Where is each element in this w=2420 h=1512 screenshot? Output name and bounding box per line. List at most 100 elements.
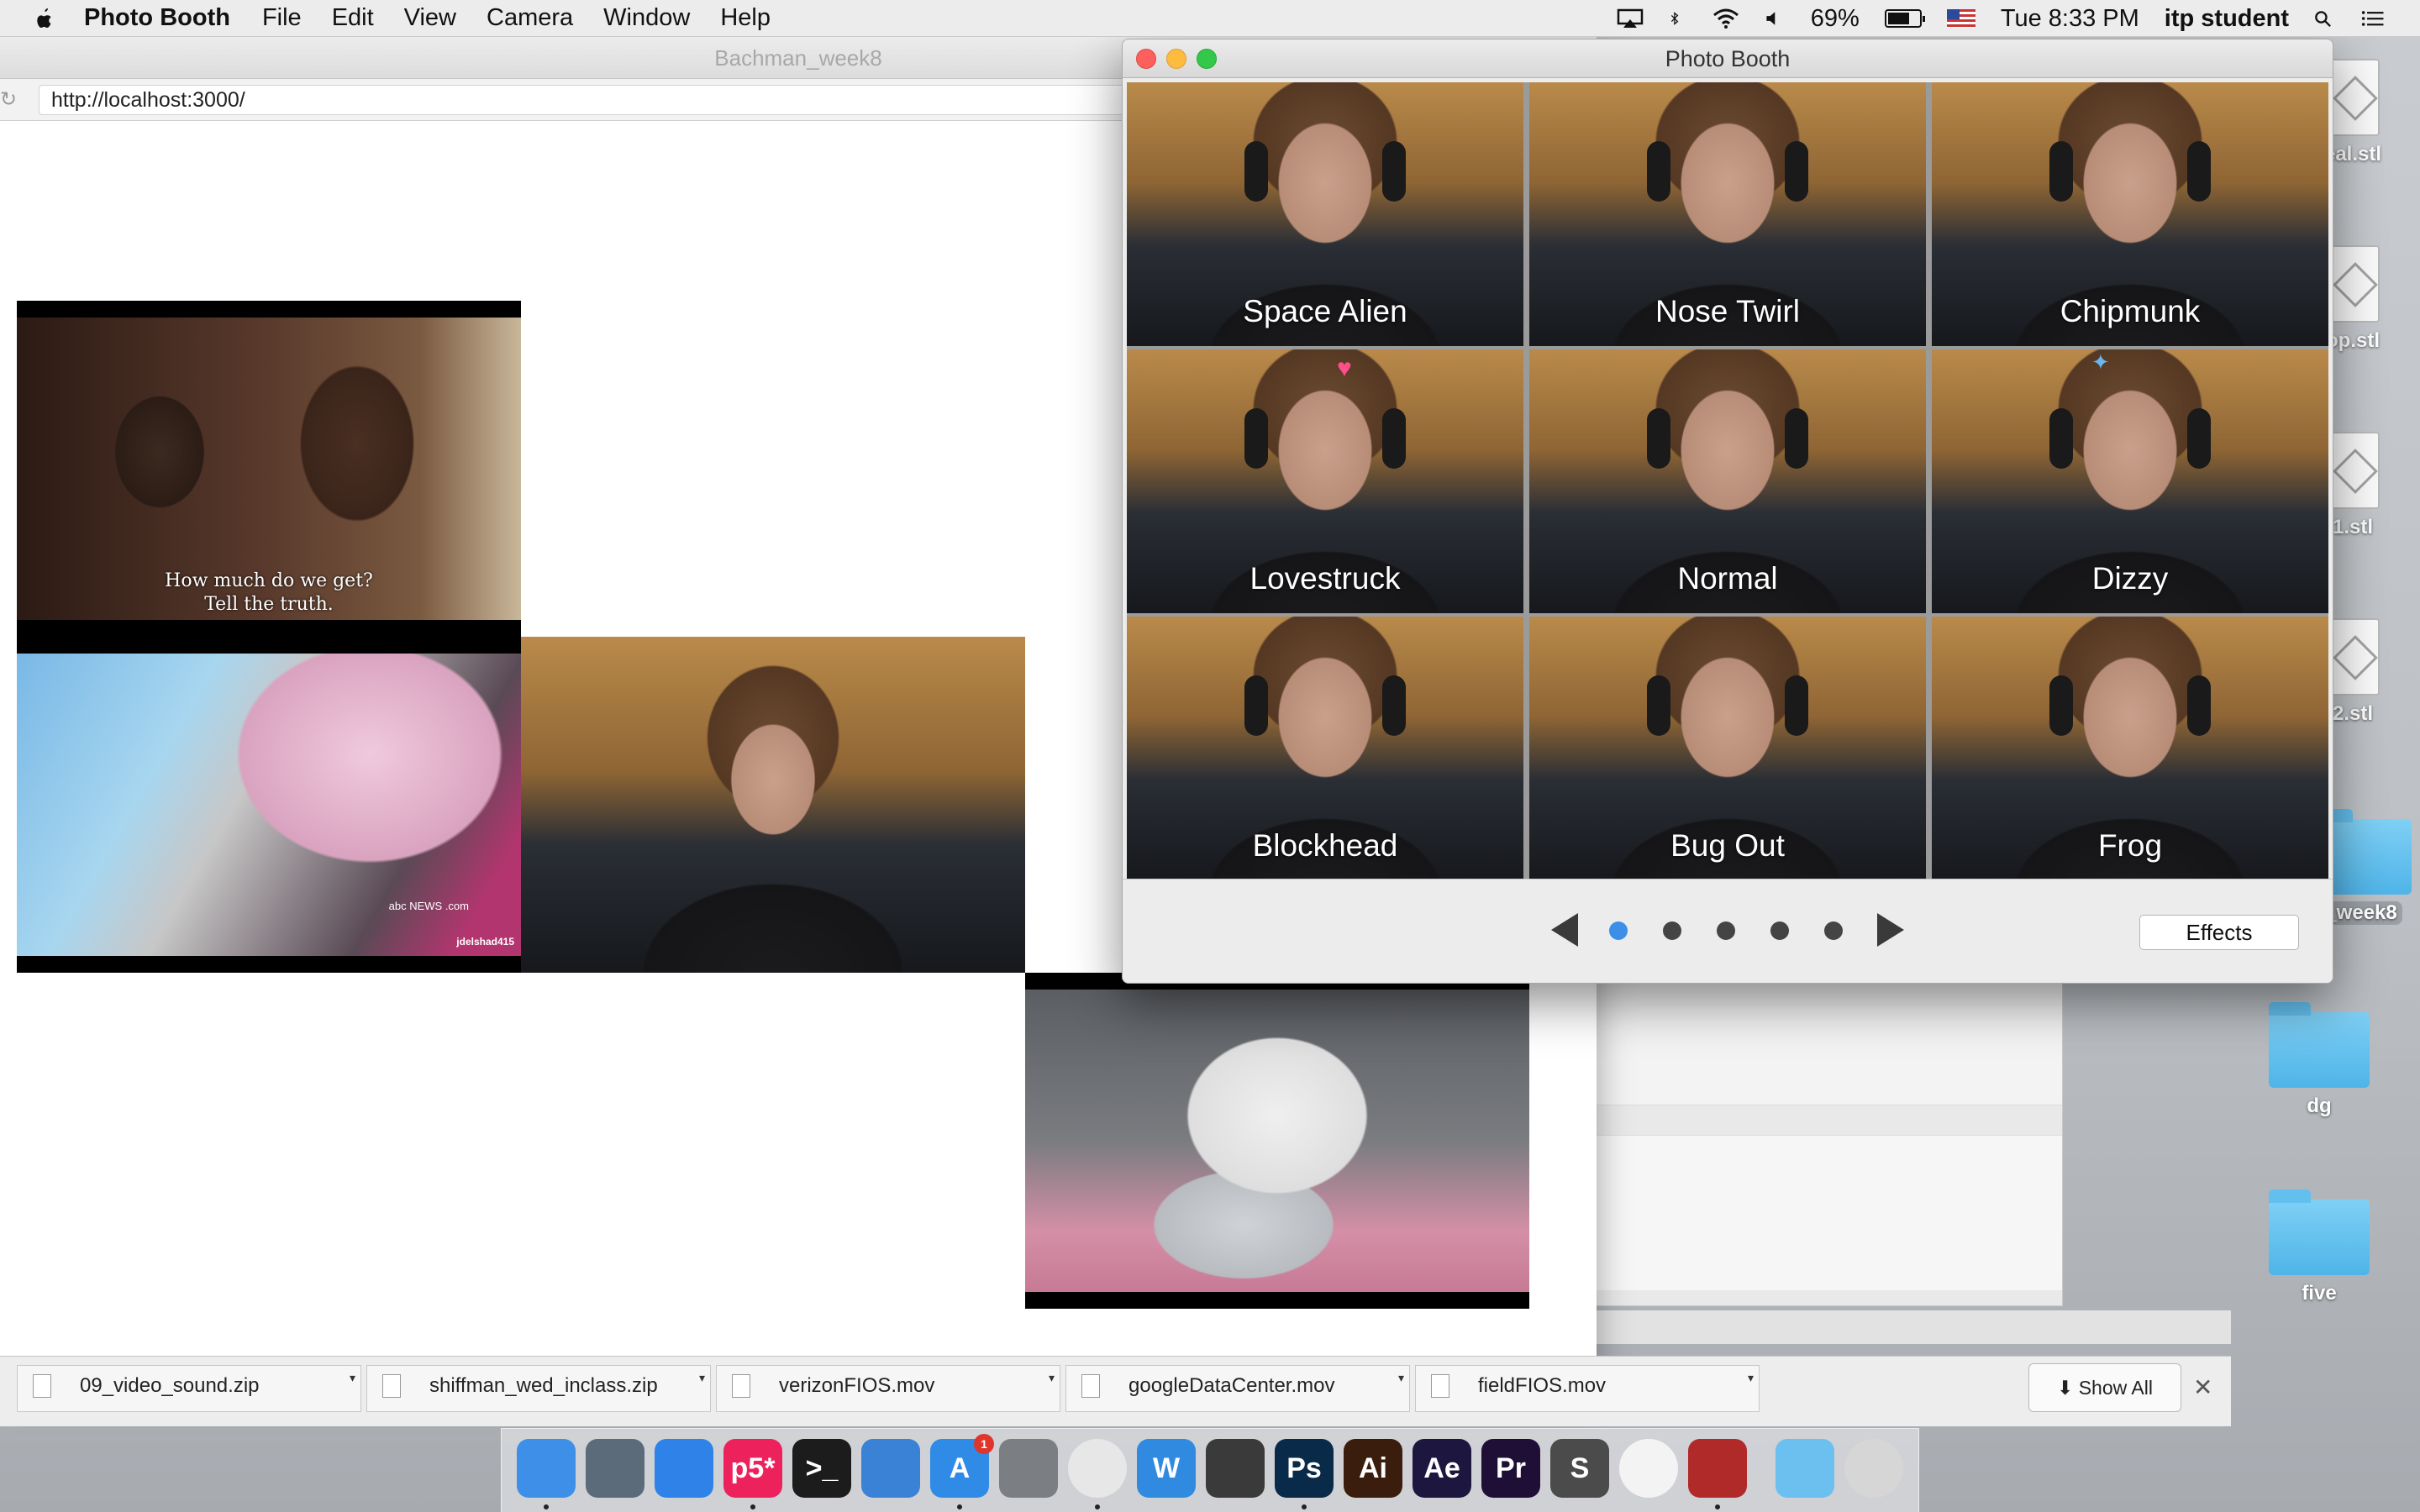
show-all-button[interactable]: ⬇ Show All: [2028, 1363, 2181, 1412]
p5-icon[interactable]: p5*: [723, 1439, 782, 1498]
download-name: 09_video_sound.zip: [80, 1374, 260, 1397]
background-window-row: [1593, 1135, 2062, 1290]
preview-detail: [2049, 675, 2073, 736]
menu-view[interactable]: View: [404, 4, 456, 32]
download-item[interactable]: shiffman_wed_inclass.zip ▾: [366, 1365, 711, 1412]
user-name[interactable]: itp student: [2165, 5, 2289, 33]
preview-detail: [1382, 408, 1406, 469]
effect-bug-out[interactable]: Bug Out: [1529, 617, 1926, 880]
illustrator-icon[interactable]: Ai: [1344, 1439, 1402, 1498]
launchpad-icon[interactable]: [586, 1439, 644, 1498]
downloads-folder-icon[interactable]: [1776, 1439, 1834, 1498]
page-dot-1[interactable]: [1609, 921, 1628, 940]
airplay-icon[interactable]: [1616, 8, 1644, 29]
photoshop-icon[interactable]: Ps: [1275, 1439, 1334, 1498]
download-item[interactable]: fieldFIOS.mov ▾: [1415, 1365, 1760, 1412]
next-page-button[interactable]: [1877, 913, 1904, 947]
page-dot-3[interactable]: [1717, 921, 1735, 940]
running-indicator: [1095, 1504, 1100, 1509]
battery-icon[interactable]: [1884, 9, 1925, 28]
video-player-2[interactable]: abc NEWS .com jdelshad415: [17, 654, 521, 973]
effect-blockhead[interactable]: Blockhead: [1127, 617, 1523, 880]
close-downloads-button[interactable]: ✕: [2193, 1373, 2212, 1401]
effects-grid: Space Alien Nose Twirl Chipmunk ♥ Lovest…: [1127, 82, 2328, 919]
effect-normal[interactable]: Normal: [1529, 349, 1926, 613]
clock[interactable]: Tue 8:33 PM: [2001, 5, 2139, 33]
volume-icon[interactable]: [1765, 8, 1786, 29]
running-indicator: [544, 1504, 549, 1509]
effect-space-alien[interactable]: Space Alien: [1127, 82, 1523, 346]
video-player-1[interactable]: How much do we get? Tell the truth.: [17, 301, 521, 654]
background-window[interactable]: [1592, 979, 2063, 1306]
terminal-icon[interactable]: >_: [792, 1439, 851, 1498]
menu-file[interactable]: File: [262, 4, 302, 32]
spotlight-icon[interactable]: [2314, 8, 2336, 29]
menu-help[interactable]: Help: [720, 4, 771, 32]
preview-detail: [1382, 141, 1406, 202]
preview-detail: [1647, 675, 1670, 736]
effect-dizzy[interactable]: ✦ Dizzy: [1932, 349, 2328, 613]
sublime-text-icon[interactable]: S: [1550, 1439, 1609, 1498]
dock-icon-label: W: [1152, 1452, 1181, 1484]
page-dot-4[interactable]: [1770, 921, 1789, 940]
desktop-icon-five[interactable]: five: [2252, 1189, 2386, 1305]
bluetooth-icon[interactable]: [1670, 8, 1686, 29]
safari-icon[interactable]: [655, 1439, 713, 1498]
page-dot-5[interactable]: [1824, 921, 1843, 940]
photo-booth-window[interactable]: Photo Booth Space Alien Nose Twirl Chipm…: [1122, 39, 2333, 984]
quicktime-file-icon: [1431, 1374, 1449, 1398]
dock-icon-label: Ae: [1423, 1452, 1460, 1484]
effects-button[interactable]: Effects: [2139, 915, 2299, 950]
desktop-icon-dg[interactable]: dg: [2252, 1002, 2386, 1118]
premiere-icon[interactable]: Pr: [1481, 1439, 1540, 1498]
preview-detail: [1244, 675, 1268, 736]
folder-icon: [2269, 1189, 2370, 1275]
chevron-down-icon[interactable]: ▾: [699, 1371, 705, 1385]
finder-icon[interactable]: [517, 1439, 576, 1498]
preview-detail: [2187, 141, 2211, 202]
video-frame: How much do we get? Tell the truth.: [17, 318, 521, 620]
wifi-icon[interactable]: [1712, 8, 1740, 29]
photo-booth-icon[interactable]: [1688, 1439, 1747, 1498]
subtitle-line: How much do we get?: [165, 570, 373, 591]
previous-page-button[interactable]: [1551, 913, 1578, 947]
system-preferences-icon[interactable]: [999, 1439, 1058, 1498]
menu-camera[interactable]: Camera: [487, 4, 573, 32]
menu-window[interactable]: Window: [603, 4, 690, 32]
chevron-down-icon[interactable]: ▾: [1398, 1371, 1404, 1385]
effect-frog[interactable]: Frog: [1932, 617, 2328, 880]
chrome-icon[interactable]: [1068, 1439, 1127, 1498]
scrivener-icon[interactable]: [1206, 1439, 1265, 1498]
effect-nose-twirl[interactable]: Nose Twirl: [1529, 82, 1926, 346]
after-effects-icon[interactable]: Ae: [1413, 1439, 1471, 1498]
download-item[interactable]: 09_video_sound.zip ▾: [17, 1365, 361, 1412]
page-dot-2[interactable]: [1663, 921, 1681, 940]
apple-icon[interactable]: [35, 7, 54, 30]
chevron-down-icon[interactable]: ▾: [1748, 1371, 1754, 1385]
webcam-video[interactable]: [521, 637, 1025, 973]
battery-percent[interactable]: 69%: [1811, 5, 1860, 33]
photos-icon[interactable]: [1619, 1439, 1678, 1498]
xcode-icon[interactable]: [861, 1439, 920, 1498]
chevron-down-icon[interactable]: ▾: [1049, 1371, 1055, 1385]
word-icon[interactable]: W: [1137, 1439, 1196, 1498]
app-store-icon[interactable]: A1: [930, 1434, 994, 1498]
reload-icon[interactable]: ↻: [0, 89, 18, 111]
video-player-4[interactable]: [1025, 973, 1529, 1309]
menu-edit[interactable]: Edit: [332, 4, 374, 32]
dock: p5* >_ A 1 W Ps Ai Ae Pr S: [501, 1428, 1919, 1512]
effect-lovestruck[interactable]: ♥ Lovestruck: [1127, 349, 1523, 613]
notification-center-icon[interactable]: [2361, 8, 2386, 29]
dock-icon-label: Pr: [1496, 1452, 1526, 1484]
chevron-down-icon[interactable]: ▾: [350, 1371, 355, 1385]
video-frame: [521, 637, 1025, 973]
effect-chipmunk[interactable]: Chipmunk: [1932, 82, 2328, 346]
download-item[interactable]: verizonFIOS.mov ▾: [716, 1365, 1060, 1412]
flag-icon[interactable]: [1946, 9, 1975, 28]
preview-detail: [1785, 408, 1808, 469]
trash-icon[interactable]: [1844, 1439, 1903, 1498]
menu-app-name[interactable]: Photo Booth: [84, 4, 230, 32]
video-subtitle: How much do we get? Tell the truth.: [17, 570, 521, 617]
download-item[interactable]: googleDataCenter.mov ▾: [1065, 1365, 1410, 1412]
running-indicator: [1302, 1504, 1307, 1509]
